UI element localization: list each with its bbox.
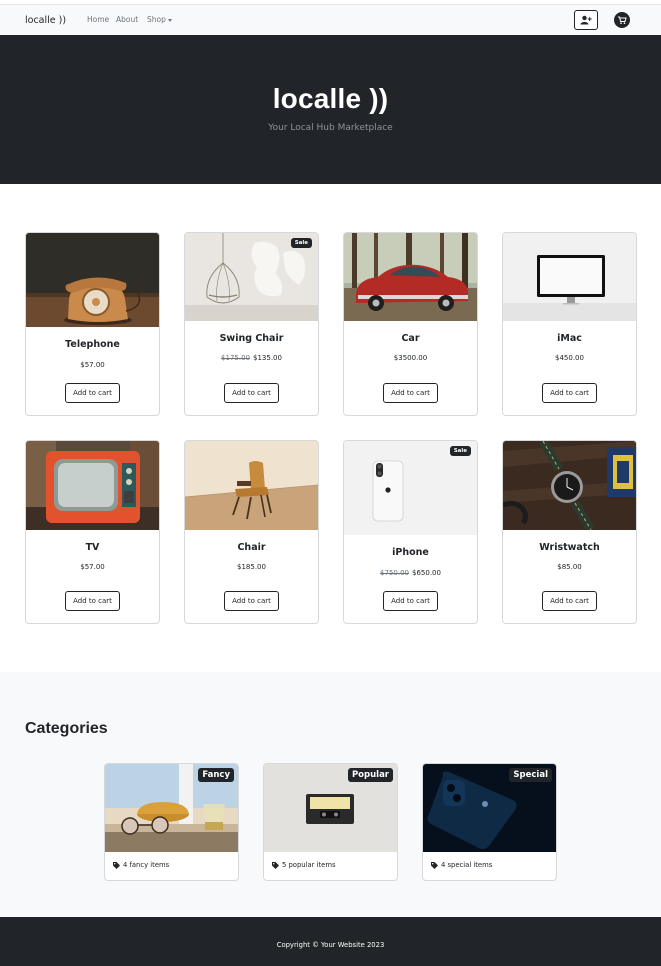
price-value: $3500.00 xyxy=(393,354,428,362)
add-to-cart-button[interactable]: Add to cart xyxy=(224,591,279,611)
category-count: 4 fancy items xyxy=(123,861,170,869)
product-name: TV xyxy=(85,542,100,553)
category-badge: Fancy xyxy=(198,768,234,782)
product-image-chair xyxy=(185,441,318,530)
tag-icon xyxy=(272,861,279,869)
price-value: $135.00 xyxy=(253,354,282,362)
product-name: iPhone xyxy=(392,547,429,558)
add-user-button[interactable] xyxy=(574,10,598,30)
category-info: 5 popular items xyxy=(272,861,336,869)
add-to-cart-button[interactable]: Add to cart xyxy=(542,591,597,611)
product-price: $85.00 xyxy=(503,563,636,571)
product-name: Chair xyxy=(237,542,266,553)
product-image-car xyxy=(344,233,477,321)
price-value: $185.00 xyxy=(237,563,266,571)
product-price: $57.00 xyxy=(26,563,159,571)
hero-title: localle )) xyxy=(272,83,389,114)
add-to-cart-button[interactable]: Add to cart xyxy=(65,383,120,403)
category-count: 5 popular items xyxy=(282,861,336,869)
add-to-cart-button[interactable]: Add to cart xyxy=(224,383,279,403)
category-card-popular[interactable]: Popular 5 popular items xyxy=(263,763,398,881)
cart-button[interactable] xyxy=(614,12,630,28)
cart-icon xyxy=(618,16,627,24)
categories-heading: Categories xyxy=(25,720,108,737)
product-name: Wristwatch xyxy=(539,542,600,553)
product-name: Car xyxy=(401,333,420,344)
nav-shop-label: Shop xyxy=(147,15,166,24)
old-price: $750.00 xyxy=(380,569,409,577)
category-card-fancy[interactable]: Fancy 4 fancy items xyxy=(104,763,239,881)
category-info: 4 fancy items xyxy=(113,861,169,869)
hero-subtitle: Your Local Hub Marketplace xyxy=(268,123,393,133)
product-card-telephone: Telephone $57.00 Add to cart xyxy=(25,232,160,416)
product-card-iphone: Sale iPhone $750.00 $650.00 Add to cart xyxy=(343,440,478,624)
product-image-telephone xyxy=(26,233,159,327)
navbar: localle )) Home About Shop xyxy=(0,4,661,35)
nav-link-shop[interactable]: Shop xyxy=(147,15,172,24)
product-price: $450.00 xyxy=(503,354,636,362)
product-price: $175.00 $135.00 xyxy=(185,354,318,362)
product-card-wristwatch: Wristwatch $85.00 Add to cart xyxy=(502,440,637,624)
product-card-swing-chair: Sale Swing Chair $175.00 $135.00 Add to c… xyxy=(184,232,319,416)
product-price: $57.00 xyxy=(26,361,159,369)
product-image-imac xyxy=(503,233,636,321)
category-badge: Popular xyxy=(347,768,393,782)
price-value: $57.00 xyxy=(80,563,105,571)
product-card-chair: Chair $185.00 Add to cart xyxy=(184,440,319,624)
category-badge: Special xyxy=(509,768,552,782)
chevron-down-icon xyxy=(167,18,172,22)
category-info: 4 special items xyxy=(431,861,492,869)
product-price: $185.00 xyxy=(185,563,318,571)
add-to-cart-button[interactable]: Add to cart xyxy=(542,383,597,403)
footer: Copyright © Your Website 2023 xyxy=(0,917,661,966)
categories-section: Categories Fancy 4 fancy items Popular 5… xyxy=(0,672,661,917)
product-name: Telephone xyxy=(65,339,120,350)
sale-badge: Sale xyxy=(290,238,312,248)
product-price: $3500.00 xyxy=(344,354,477,362)
price-value: $85.00 xyxy=(557,563,582,571)
add-to-cart-button[interactable]: Add to cart xyxy=(65,591,120,611)
add-to-cart-button[interactable]: Add to cart xyxy=(383,591,438,611)
category-card-special[interactable]: Special 4 special items xyxy=(422,763,557,881)
copyright-text: Copyright © Your Website 2023 xyxy=(276,941,385,949)
product-card-imac: iMac $450.00 Add to cart xyxy=(502,232,637,416)
user-plus-icon xyxy=(580,15,592,25)
add-to-cart-button[interactable]: Add to cart xyxy=(383,383,438,403)
product-image-tv xyxy=(26,441,159,530)
price-value: $450.00 xyxy=(555,354,584,362)
price-value: $57.00 xyxy=(80,361,105,369)
product-image-wristwatch xyxy=(503,441,636,530)
tag-icon xyxy=(113,861,120,869)
product-name: Swing Chair xyxy=(219,333,284,344)
nav-link-home[interactable]: Home xyxy=(87,15,109,24)
navbar-brand[interactable]: localle )) xyxy=(25,15,66,26)
sale-badge: Sale xyxy=(449,446,471,456)
tag-icon xyxy=(431,861,438,869)
product-card-car: Car $3500.00 Add to cart xyxy=(343,232,478,416)
nav-link-about[interactable]: About xyxy=(116,15,138,24)
old-price: $175.00 xyxy=(221,354,250,362)
price-value: $650.00 xyxy=(412,569,441,577)
category-count: 4 special items xyxy=(441,861,493,869)
product-price: $750.00 $650.00 xyxy=(344,569,477,577)
product-name: iMac xyxy=(557,333,582,344)
hero-header: localle )) Your Local Hub Marketplace xyxy=(0,35,661,184)
product-card-tv: TV $57.00 Add to cart xyxy=(25,440,160,624)
